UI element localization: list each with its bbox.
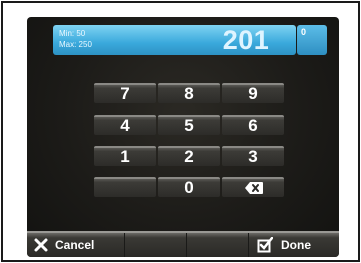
key-5[interactable]: 5 xyxy=(158,115,220,135)
key-4[interactable]: 4 xyxy=(94,115,156,135)
value-display: Min: 50 Max: 250 201 xyxy=(53,25,296,55)
close-icon xyxy=(34,238,48,252)
device-bezel: Min: 50 Max: 250 201 0 7 8 9 4 5 6 1 2 3… xyxy=(1,1,360,262)
cancel-label: Cancel xyxy=(55,238,95,252)
backspace-key[interactable] xyxy=(222,177,284,197)
key-0[interactable]: 0 xyxy=(158,177,220,197)
max-label: Max: 250 xyxy=(59,40,92,49)
blank-action-button-1[interactable] xyxy=(125,233,187,257)
key-9[interactable]: 9 xyxy=(222,83,284,103)
checkbox-check-icon xyxy=(257,237,273,253)
key-1[interactable]: 1 xyxy=(94,146,156,166)
done-label: Done xyxy=(281,238,311,252)
key-3[interactable]: 3 xyxy=(222,146,284,166)
side-indicator-label: 0 xyxy=(301,27,307,37)
entered-value: 201 xyxy=(222,25,270,55)
min-label: Min: 50 xyxy=(59,29,86,38)
backspace-icon xyxy=(245,182,263,194)
blank-action-button-2[interactable] xyxy=(187,233,249,257)
touch-screen: Min: 50 Max: 250 201 0 7 8 9 4 5 6 1 2 3… xyxy=(27,17,339,257)
side-indicator: 0 xyxy=(297,25,327,55)
key-6[interactable]: 6 xyxy=(222,115,284,135)
key-blank[interactable] xyxy=(94,177,156,197)
done-button[interactable]: Done xyxy=(249,233,339,257)
cancel-button[interactable]: Cancel xyxy=(27,233,125,257)
key-8[interactable]: 8 xyxy=(158,83,220,103)
key-2[interactable]: 2 xyxy=(158,146,220,166)
action-bar: Cancel Done xyxy=(27,231,339,257)
key-7[interactable]: 7 xyxy=(94,83,156,103)
range-info: Min: 50 Max: 250 xyxy=(59,28,92,50)
